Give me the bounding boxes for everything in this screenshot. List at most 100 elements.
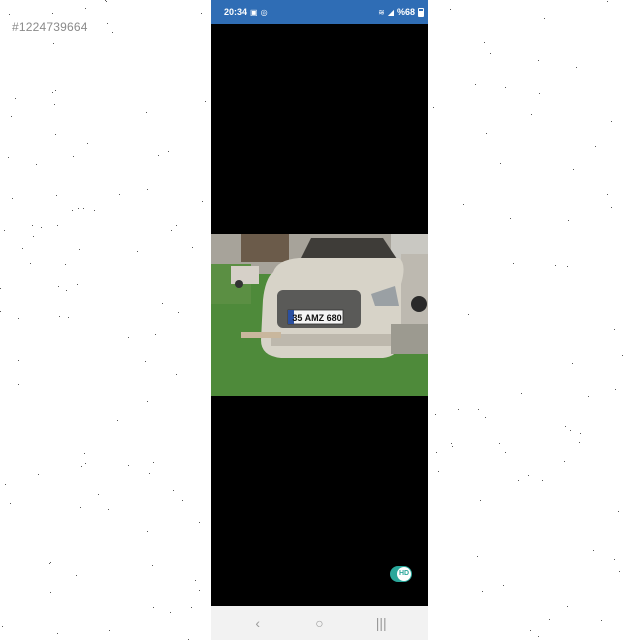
noise-dot (468, 314, 469, 315)
noise-dot (505, 452, 506, 453)
noise-dot (199, 590, 200, 591)
noise-dot (54, 104, 55, 105)
noise-dot (538, 60, 539, 61)
back-button[interactable]: ‹ (243, 615, 273, 631)
noise-dot (8, 157, 9, 158)
noise-dot (580, 433, 581, 434)
noise-dot (65, 264, 66, 265)
noise-dot (618, 511, 619, 512)
noise-dot (499, 443, 500, 444)
noise-dot (595, 146, 596, 147)
noise-dot (452, 446, 453, 447)
noise-dot (170, 612, 171, 613)
noise-dot (162, 303, 163, 304)
car-photo-image: 35 AMZ 680 (211, 234, 428, 396)
noise-dot (565, 426, 566, 427)
noise-dot (176, 225, 177, 226)
noise-dot (109, 630, 110, 631)
noise-dot (490, 53, 491, 54)
license-plate-text: 35 AMZ 680 (292, 313, 341, 323)
noise-dot (576, 67, 577, 68)
recents-button[interactable]: ||| (366, 615, 396, 631)
noise-dot (36, 164, 37, 165)
noise-dot (572, 363, 573, 364)
noise-dot (195, 580, 196, 581)
noise-dot (87, 143, 88, 144)
noise-dot (22, 248, 23, 249)
noise-dot (176, 374, 177, 375)
noise-dot (18, 318, 19, 319)
noise-dot (555, 265, 556, 266)
noise-dot (55, 134, 56, 135)
noise-dot (544, 18, 545, 19)
noise-dot (205, 101, 206, 102)
noise-dot (66, 290, 67, 291)
noise-dot (513, 263, 514, 264)
noise-dot (531, 114, 532, 115)
wifi-icon: ≋ (378, 7, 385, 17)
noise-dot (149, 473, 150, 474)
noise-dot (83, 208, 84, 209)
noise-dot (72, 210, 73, 211)
noise-dot (601, 620, 602, 621)
noise-dot (436, 452, 437, 453)
noise-dot (450, 9, 451, 10)
noise-dot (202, 201, 203, 202)
hd-toggle[interactable]: HD (390, 566, 412, 582)
noise-dot (619, 571, 620, 572)
noise-dot (530, 630, 531, 631)
car-photo[interactable]: 35 AMZ 680 (211, 234, 428, 396)
noise-dot (33, 236, 34, 237)
noise-dot (11, 116, 12, 117)
noise-dot (5, 484, 6, 485)
navigation-bar: ‹ ○ ||| (211, 606, 428, 640)
noise-dot (32, 225, 33, 226)
noise-dot (539, 93, 540, 94)
noise-dot (433, 107, 434, 108)
noise-dot (484, 42, 485, 43)
noise-dot (30, 263, 31, 264)
phone-screenshot: 20:34 ▣ ◎ ≋ ◢ %68 sahibinden.com 35 AMZ … (211, 0, 428, 640)
noise-dot (477, 556, 478, 557)
noise-dot (485, 417, 486, 418)
noise-dot (58, 286, 59, 287)
whatsapp-icon: ◎ (260, 7, 268, 17)
noise-dot (80, 507, 81, 508)
noise-dot (201, 13, 202, 14)
noise-dot (438, 471, 439, 472)
noise-dot (68, 317, 69, 318)
noise-dot (435, 414, 436, 415)
noise-dot (153, 607, 154, 608)
noise-dot (567, 266, 568, 267)
status-right: ≋ ◢ %68 (378, 7, 424, 17)
noise-dot (94, 210, 95, 211)
noise-dot (146, 112, 147, 113)
noise-dot (463, 204, 464, 205)
noise-dot (528, 475, 529, 476)
noise-dot (191, 607, 192, 608)
noise-dot (500, 163, 501, 164)
noise-dot (4, 230, 5, 231)
noise-dot (199, 522, 200, 523)
noise-dot (607, 194, 608, 195)
hd-toggle-label: HD (397, 567, 411, 581)
noise-dot (549, 619, 550, 620)
noise-dot (147, 189, 148, 190)
noise-dot (41, 227, 42, 228)
noise-dot (49, 563, 50, 564)
noise-dot (570, 430, 571, 431)
signal-icon: ◢ (387, 7, 394, 17)
noise-dot (79, 249, 80, 250)
noise-dot (10, 503, 11, 504)
noise-dot (112, 32, 113, 33)
noise-dot (486, 133, 487, 134)
noise-dot (192, 247, 193, 248)
noise-dot (168, 151, 169, 152)
noise-dot (615, 389, 616, 390)
listing-id: #1224739664 (12, 20, 88, 34)
noise-dot (478, 409, 479, 410)
home-button[interactable]: ○ (305, 615, 335, 631)
noise-dot (108, 509, 109, 510)
noise-dot (568, 220, 569, 221)
noise-dot (173, 490, 174, 491)
